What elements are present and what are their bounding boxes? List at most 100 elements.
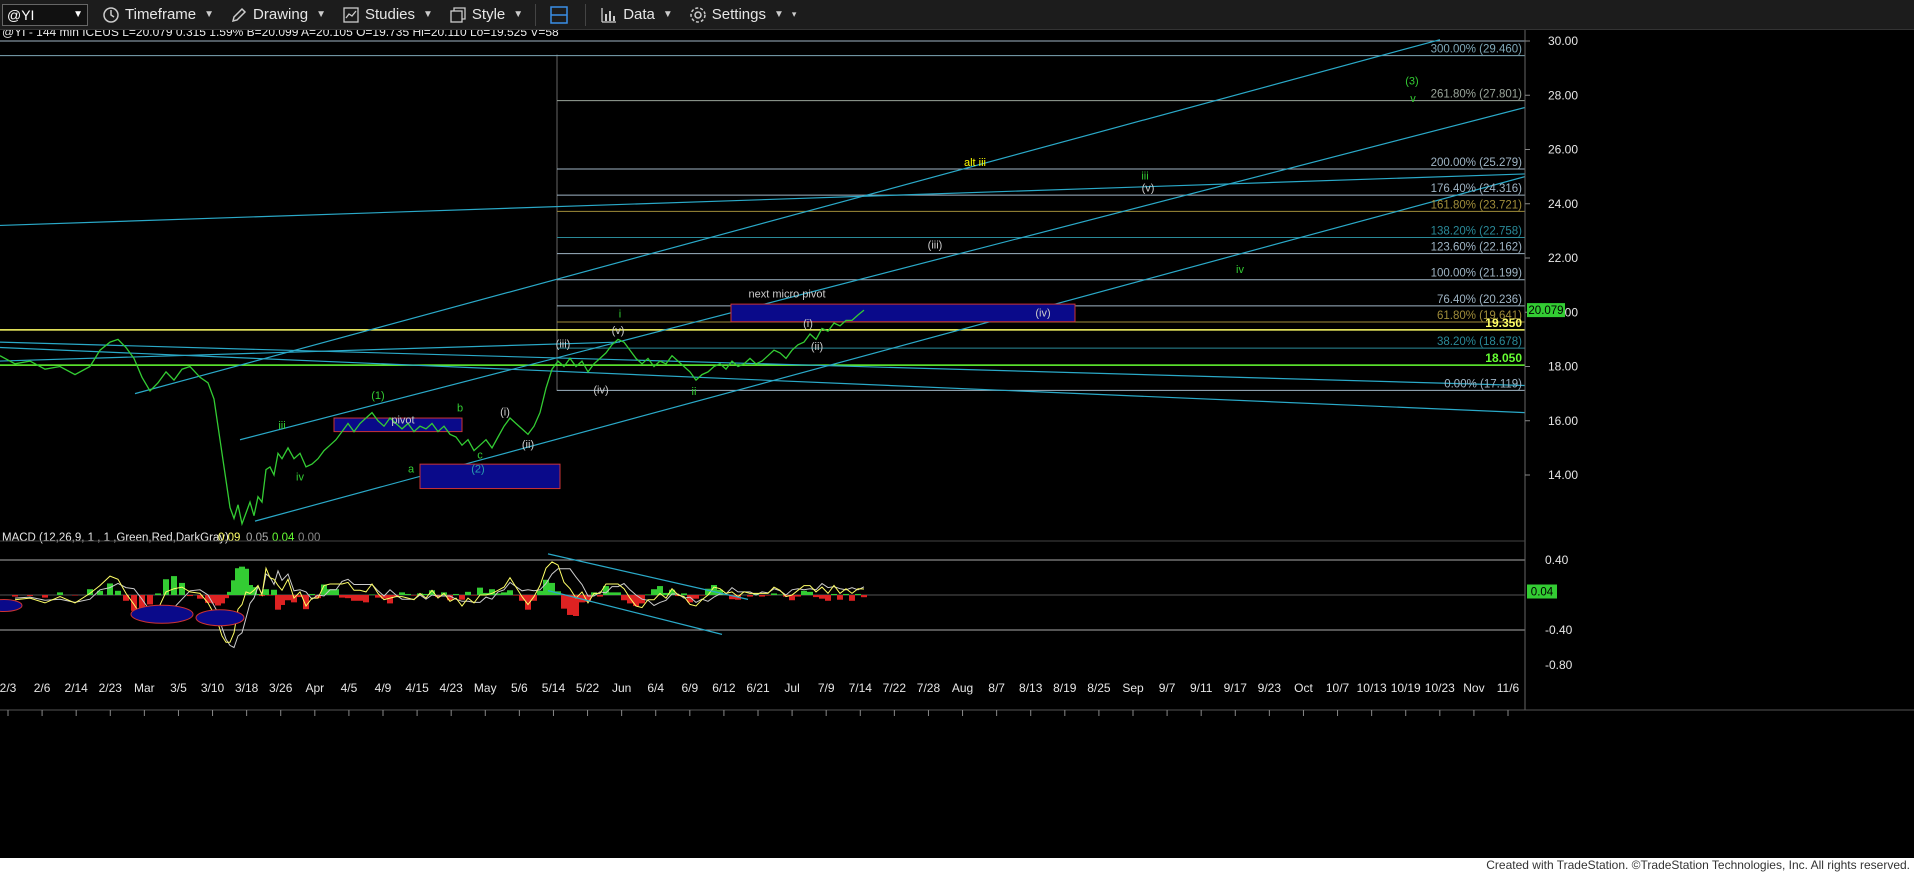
chevron-down-icon: ▼	[773, 9, 784, 20]
macd-histogram-bar	[115, 590, 121, 595]
macd-histogram-bar	[155, 593, 161, 595]
time-tick-label: Jun	[612, 681, 631, 695]
macd-histogram-bar	[271, 589, 277, 595]
time-tick-label: 5/22	[576, 681, 600, 695]
time-tick-label: 5/6	[511, 681, 528, 695]
macd-histogram-bar	[615, 592, 621, 595]
wave-label: (iii)	[556, 339, 571, 351]
symbol-selector[interactable]: @YI ▼	[2, 3, 88, 26]
toolbar-divider	[535, 3, 537, 26]
time-tick-label: Oct	[1294, 681, 1313, 695]
timeframe-label: Timeframe	[125, 6, 197, 23]
macd-histogram-bar	[813, 595, 819, 598]
macd-histogram-bar	[759, 595, 765, 597]
time-tick-label: 6/4	[647, 681, 664, 695]
macd-histogram-bar	[507, 590, 513, 595]
time-tick-label: 2/3	[0, 681, 17, 695]
more-options-button[interactable]: ▾	[790, 3, 799, 27]
time-tick-label: 10/19	[1391, 681, 1421, 695]
fib-level-label: 261.80% (27.801)	[1431, 89, 1523, 101]
time-tick-label: 6/21	[746, 681, 770, 695]
quote-header: @YI - 144 min ICEUS L=20.079 0.315 1.59%…	[2, 30, 559, 39]
time-tick-label: 3/5	[170, 681, 187, 695]
chevron-down-icon: ▼	[423, 9, 433, 20]
data-button[interactable]: Data ▼	[598, 3, 675, 27]
time-tick-label: 11/6	[1497, 681, 1520, 695]
toolbar-divider	[585, 3, 587, 26]
time-tick-label: 4/9	[375, 681, 392, 695]
price-tick-label: 28.00	[1548, 88, 1578, 102]
macd-histogram-bar	[837, 595, 843, 600]
macd-histogram-bar	[363, 595, 369, 603]
settings-button[interactable]: Settings ▼	[687, 3, 786, 27]
macd-histogram-bar	[27, 595, 33, 597]
wave-label: (ii)	[522, 439, 534, 451]
macd-histogram-bar	[285, 595, 291, 601]
studies-icon	[343, 6, 359, 23]
time-tick-label: Sep	[1122, 681, 1144, 695]
wave-label: iv	[296, 471, 304, 483]
wave-label: v	[1410, 93, 1416, 105]
macd-title: MACD (12,26,9, 1 , 1 ,Green,Red,DarkGray…	[2, 532, 229, 544]
chevron-down-icon: ▾	[791, 9, 797, 19]
layout-button[interactable]	[548, 3, 575, 27]
wave-label: a	[408, 463, 415, 475]
wave-label: (v)	[1142, 183, 1155, 195]
macd-histogram-bar	[627, 595, 633, 604]
price-chart[interactable]: @YI - 144 min ICEUS L=20.079 0.315 1.59%…	[0, 30, 1914, 858]
timeframe-button[interactable]: Timeframe ▼	[100, 3, 216, 27]
price-tick-label: 18.00	[1548, 360, 1578, 374]
layout-icon	[550, 5, 568, 24]
time-tick-label: 10/23	[1425, 681, 1455, 695]
fib-level-label: 176.40% (24.316)	[1431, 183, 1523, 195]
footer: Created with TradeStation. ©TradeStation…	[0, 858, 1914, 873]
macd-histogram-bar	[387, 595, 393, 604]
price-tick-label: 26.00	[1548, 143, 1578, 157]
time-tick-label: Mar	[134, 681, 155, 695]
studies-label: Studies	[364, 6, 416, 23]
macd-value: 0.05	[246, 532, 268, 544]
time-tick-label: 9/23	[1258, 681, 1282, 695]
time-tick-label: 2/23	[99, 681, 123, 695]
macd-histogram-bar	[223, 595, 229, 599]
studies-button[interactable]: Studies ▼	[340, 3, 435, 27]
macd-histogram-bar	[537, 590, 543, 595]
wave-label: pivot	[391, 414, 414, 426]
chevron-down-icon: ▼	[204, 9, 215, 20]
macd-histogram-bar	[765, 595, 771, 596]
price-tick-label: 16.00	[1548, 414, 1578, 428]
style-button[interactable]: Style ▼	[447, 3, 525, 27]
time-tick-label: 8/7	[988, 681, 1005, 695]
time-tick-label: 7/9	[818, 681, 835, 695]
data-label: Data	[623, 6, 655, 23]
time-tick-label: 8/25	[1087, 681, 1111, 695]
time-tick-label: 7/14	[849, 681, 873, 695]
macd-histogram-bar	[107, 583, 113, 595]
wave-label: iii	[1141, 170, 1148, 182]
macd-histogram-bar	[453, 593, 459, 595]
pen-icon	[232, 7, 247, 22]
time-tick-label: 6/12	[712, 681, 736, 695]
drawing-button[interactable]: Drawing ▼	[228, 3, 328, 27]
macd-histogram-bar	[465, 591, 471, 595]
macd-tick-label: -0.40	[1545, 623, 1573, 637]
time-tick-label: Jul	[784, 681, 799, 695]
wave-label: next micro pivot	[748, 288, 825, 300]
macd-histogram-bar	[795, 595, 801, 597]
wave-label: (iv)	[593, 385, 608, 397]
toolbar: @YI ▼ Timeframe ▼ Drawing ▼ Studies ▼ St…	[0, 0, 1914, 30]
macd-histogram-bar	[855, 593, 861, 595]
fib-level-label: 100.00% (21.199)	[1431, 268, 1523, 280]
wave-label: ii	[692, 386, 697, 398]
time-tick-label: 9/7	[1159, 681, 1176, 695]
support-line-label: 18.050	[1485, 351, 1522, 365]
wave-label: (iv)	[1035, 307, 1050, 319]
macd-histogram-bar	[179, 582, 185, 595]
wave-label: iv	[1236, 264, 1244, 276]
time-tick-label: 6/9	[681, 681, 698, 695]
macd-histogram-bar	[693, 595, 699, 599]
macd-histogram-bar	[357, 595, 363, 601]
fib-level-label: 76.40% (20.236)	[1437, 294, 1522, 306]
macd-tick-label: -0.80	[1545, 658, 1573, 672]
time-tick-label: Aug	[952, 681, 973, 695]
